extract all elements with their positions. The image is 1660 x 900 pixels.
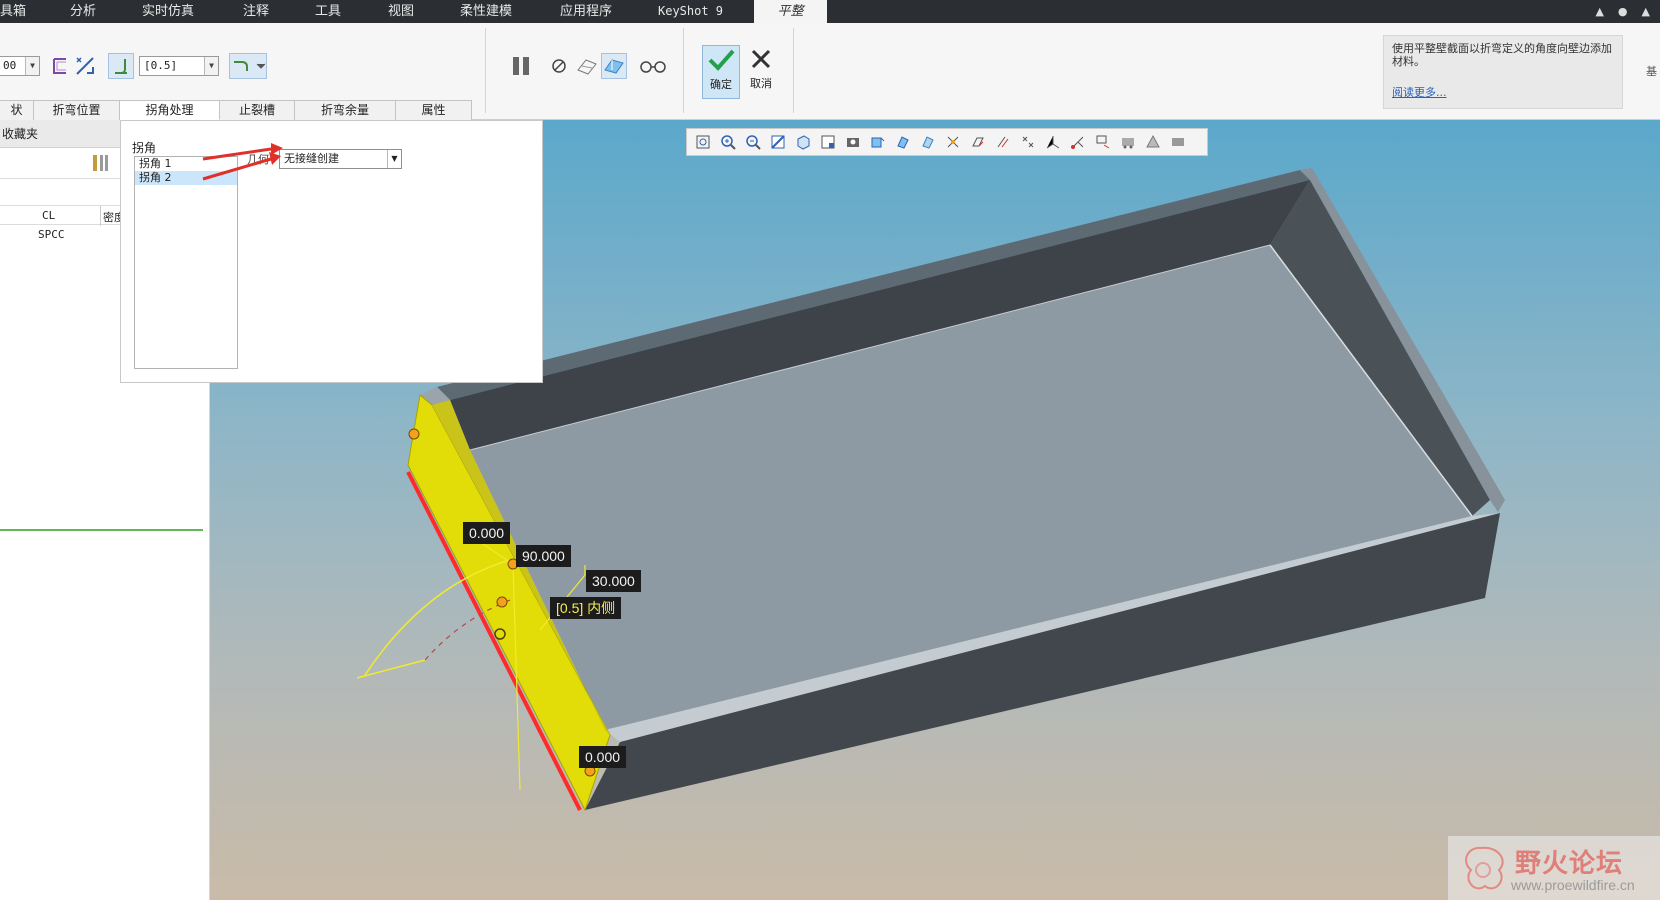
- view-toolbar: [686, 128, 1208, 156]
- cancel-button-label: 取消: [750, 77, 772, 90]
- angle-dimension[interactable]: 90.000: [516, 545, 571, 567]
- tab-bend-position[interactable]: 折弯位置: [34, 100, 120, 120]
- cancel-button[interactable]: 取消: [742, 45, 780, 99]
- drag-handle[interactable]: [496, 596, 508, 608]
- axis-display-icon[interactable]: [917, 131, 939, 153]
- hammer-icon[interactable]: [90, 152, 112, 174]
- tab-relief[interactable]: 止裂槽: [220, 100, 295, 120]
- tab-bend-allowance[interactable]: 折弯余量: [295, 100, 396, 120]
- flip-direction-icon[interactable]: [72, 53, 98, 79]
- bend-dimension-icon[interactable]: [229, 53, 267, 79]
- menu-view[interactable]: 视图: [388, 0, 428, 23]
- dropdown-arrow-icon[interactable]: ▼: [25, 57, 39, 75]
- eyeglasses-icon[interactable]: [638, 53, 668, 79]
- forum-watermark: 野火论坛 www.proewildfire.cn: [1448, 836, 1660, 900]
- menu-realtime-simulation[interactable]: 实时仿真: [142, 0, 202, 23]
- more-tools-icon[interactable]: [1167, 131, 1189, 153]
- csys-icon[interactable]: [1042, 131, 1064, 153]
- geometry-field-label: 几何: [247, 153, 269, 166]
- menu-annotate[interactable]: 注释: [243, 0, 283, 23]
- ok-button-label: 确定: [710, 78, 732, 91]
- column-separator: [100, 206, 101, 226]
- tab-properties[interactable]: 属性: [396, 100, 472, 120]
- menu-bar: 具箱 分析 实时仿真 注释 工具 视图 柔性建模 应用程序 KeyShot 9 …: [0, 0, 1660, 23]
- spin-icon[interactable]: [1067, 131, 1089, 153]
- tab-corner-treatment[interactable]: 拐角处理: [120, 100, 220, 120]
- panel-progress-line: [0, 529, 203, 531]
- menu-analysis[interactable]: 分析: [70, 0, 110, 23]
- saved-view-icon[interactable]: [817, 131, 839, 153]
- bend-radius-select[interactable]: [0.5] ▼: [139, 56, 219, 76]
- appearance-icon[interactable]: [1142, 131, 1164, 153]
- thickness-dimension[interactable]: [0.5] 内侧: [550, 597, 622, 619]
- pause-icon[interactable]: [508, 53, 534, 79]
- menu-keyshot[interactable]: KeyShot 9: [658, 0, 728, 23]
- thickness-select[interactable]: 00 ▼: [0, 56, 40, 76]
- cube-icon[interactable]: [792, 131, 814, 153]
- corner-list[interactable]: 拐角 1 拐角 2: [134, 156, 238, 369]
- spin-center-icon[interactable]: [867, 131, 889, 153]
- menu-toolbox[interactable]: 具箱: [0, 0, 40, 23]
- check-icon: [708, 49, 735, 71]
- camera-icon[interactable]: [842, 131, 864, 153]
- repaint-icon[interactable]: [767, 131, 789, 153]
- bend-inside-icon[interactable]: [108, 53, 134, 79]
- offset-edge-icon[interactable]: [47, 53, 73, 79]
- corner-item-1[interactable]: 拐角 1: [135, 157, 237, 171]
- zoom-out-icon[interactable]: [742, 131, 764, 153]
- corner-geometry-value: 无接缝创建: [284, 152, 339, 165]
- offset-dimension-bottom[interactable]: 0.000: [579, 746, 627, 768]
- menu-tools[interactable]: 工具: [315, 0, 355, 23]
- close-icon: [751, 49, 771, 69]
- drag-handle[interactable]: [408, 428, 420, 440]
- dropdown-arrow-icon[interactable]: ▼: [387, 150, 401, 168]
- ok-button[interactable]: 确定: [702, 45, 740, 99]
- corner-treatment-panel: 拐角 拐角 1 拐角 2 几何 无接缝创建 ▼: [120, 120, 543, 383]
- dashboard-tabs: 状 折弯位置 拐角处理 止裂槽 折弯余量 属性: [0, 100, 472, 120]
- ribbon-separator: [793, 28, 794, 113]
- dropdown-arrow-icon[interactable]: ▼: [204, 57, 218, 75]
- menu-flexible-modeling[interactable]: 柔性建模: [460, 0, 520, 23]
- window-controls: ▲ ● ▲: [1595, 0, 1650, 23]
- ribbon-separator: [683, 28, 684, 113]
- help-text: 使用平整壁截面以折弯定义的角度向壁边添加材料。: [1392, 42, 1612, 68]
- offset-dimension-top[interactable]: 0.000: [463, 522, 511, 544]
- csys-display-icon[interactable]: [967, 131, 989, 153]
- column-header-cl: CL: [42, 209, 56, 222]
- menu-applications[interactable]: 应用程序: [560, 0, 620, 23]
- annotations-icon[interactable]: [1092, 131, 1114, 153]
- ribbon-separator: [485, 28, 486, 113]
- simulation-icon[interactable]: [1117, 131, 1139, 153]
- menu-flat-wall[interactable]: 平整: [754, 0, 827, 23]
- plane-display-icon[interactable]: [892, 131, 914, 153]
- point-tag-icon[interactable]: [1017, 131, 1039, 153]
- minimize-ribbon-icon[interactable]: ▲: [1595, 5, 1603, 18]
- thickness-select-value: 00: [3, 59, 17, 72]
- panel-tools: [90, 152, 112, 177]
- verify-mode-icon[interactable]: [601, 53, 627, 79]
- preview-geometry-icon[interactable]: [574, 53, 600, 79]
- tab-shape[interactable]: 状: [0, 100, 34, 120]
- annotation-display-icon[interactable]: [992, 131, 1014, 153]
- dimension-line: [356, 659, 426, 679]
- point-display-icon[interactable]: [942, 131, 964, 153]
- help-tooltip: 使用平整壁截面以折弯定义的角度向壁边添加材料。 阅读更多...: [1383, 35, 1623, 109]
- watermark-title: 野火论坛: [1515, 849, 1624, 879]
- read-more-link[interactable]: 阅读更多...: [1392, 86, 1447, 99]
- bend-radius-value: [0.5]: [144, 59, 178, 72]
- angle-dimension-2[interactable]: 30.000: [586, 570, 641, 592]
- help-icon[interactable]: ▲: [1642, 5, 1650, 18]
- corner-geometry-select[interactable]: 无接缝创建 ▼: [279, 149, 402, 169]
- zoom-in-icon[interactable]: [717, 131, 739, 153]
- refit-icon[interactable]: [692, 131, 714, 153]
- corner-list-title: 拐角: [132, 141, 157, 155]
- stop-icon[interactable]: [546, 53, 572, 79]
- forum-logo-icon: [1465, 846, 1504, 890]
- ribbon-overflow-label: 基: [1646, 65, 1657, 78]
- watermark-url: www.proewildfire.cn: [1511, 877, 1635, 893]
- pin-icon[interactable]: ●: [1618, 5, 1628, 18]
- material-row-value[interactable]: SPCC: [38, 228, 65, 241]
- corner-item-2[interactable]: 拐角 2: [135, 171, 237, 185]
